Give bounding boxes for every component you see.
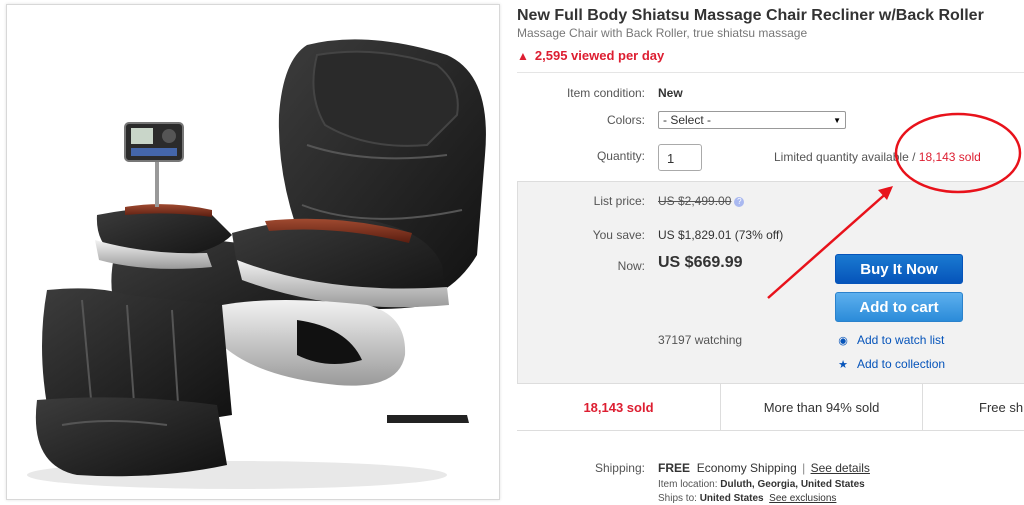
eye-icon: ◉ xyxy=(838,334,848,347)
you-save-label: You save: xyxy=(592,228,645,242)
stat-free-shipping: Free sh xyxy=(979,399,1024,415)
see-details-link[interactable]: See details xyxy=(811,461,870,475)
shipping-free: FREE xyxy=(658,461,691,475)
stats-strip: 18,143 sold More than 94% sold Free sh xyxy=(517,383,1024,430)
views-per-day: ▲ 2,595 viewed per day xyxy=(517,48,664,63)
dropdown-arrow-icon: ▼ xyxy=(833,115,841,125)
you-save-value: US $1,829.01 (73% off) xyxy=(658,228,784,242)
colors-select[interactable]: - Select - ▼ xyxy=(658,111,846,129)
limited-text: Limited quantity available / xyxy=(774,150,916,164)
stat-percent-sold: More than 94% sold xyxy=(721,384,923,430)
condition-value: New xyxy=(658,86,683,100)
ships-to: Ships to: United States See exclusions xyxy=(658,493,836,504)
shipping-label: Shipping: xyxy=(594,461,645,475)
now-price: US $669.99 xyxy=(658,254,743,271)
product-title: New Full Body Shiatsu Massage Chair Recl… xyxy=(517,7,984,24)
item-location-value: Duluth, Georgia, United States xyxy=(720,479,865,490)
limited-quantity: Limited quantity available / 18,143 sold xyxy=(774,150,981,164)
watch-list-label: Add to watch list xyxy=(857,333,945,347)
quantity-input[interactable]: 1 xyxy=(658,144,702,171)
stat-sold: 18,143 sold xyxy=(517,384,721,430)
shipping-value: FREE Economy Shipping | See details xyxy=(658,461,870,475)
info-icon[interactable]: ? xyxy=(734,197,745,207)
item-location: Item location: Duluth, Georgia, United S… xyxy=(658,479,865,490)
product-subtitle: Massage Chair with Back Roller, true shi… xyxy=(517,26,808,40)
colors-label: Colors: xyxy=(606,113,645,127)
ships-to-label: Ships to: xyxy=(658,493,697,504)
separator: | xyxy=(802,461,806,475)
list-price-value: US $2,499.00 xyxy=(658,194,732,208)
quantity-label: Quantity: xyxy=(596,149,645,163)
product-image[interactable] xyxy=(6,4,500,500)
star-icon: ★ xyxy=(838,358,848,371)
condition-label: Item condition: xyxy=(566,86,645,100)
buy-it-now-button[interactable]: Buy It Now xyxy=(835,254,963,284)
list-price: US $2,499.00? xyxy=(658,194,745,208)
shipping-method: Economy Shipping xyxy=(696,461,797,475)
add-to-collection-link[interactable]: ★ Add to collection xyxy=(837,357,945,371)
add-to-cart-button[interactable]: Add to cart xyxy=(835,292,963,322)
see-exclusions-link[interactable]: See exclusions xyxy=(769,493,836,504)
views-text: 2,595 viewed per day xyxy=(534,48,665,63)
massage-chair-image xyxy=(27,39,486,489)
collection-label: Add to collection xyxy=(857,357,946,371)
add-to-watch-list-link[interactable]: ◉ Add to watch list xyxy=(837,333,944,347)
divider xyxy=(517,72,1024,73)
item-location-label: Item location: xyxy=(658,479,718,490)
colors-selected-value: - Select - xyxy=(663,113,712,127)
sold-count: 18,143 sold xyxy=(918,150,981,164)
ships-to-value: United States xyxy=(699,493,764,504)
now-label: Now: xyxy=(617,259,645,273)
list-price-label: List price: xyxy=(593,194,645,208)
flame-icon: ▲ xyxy=(517,48,529,63)
watching-count: 37197 watching xyxy=(658,333,743,347)
